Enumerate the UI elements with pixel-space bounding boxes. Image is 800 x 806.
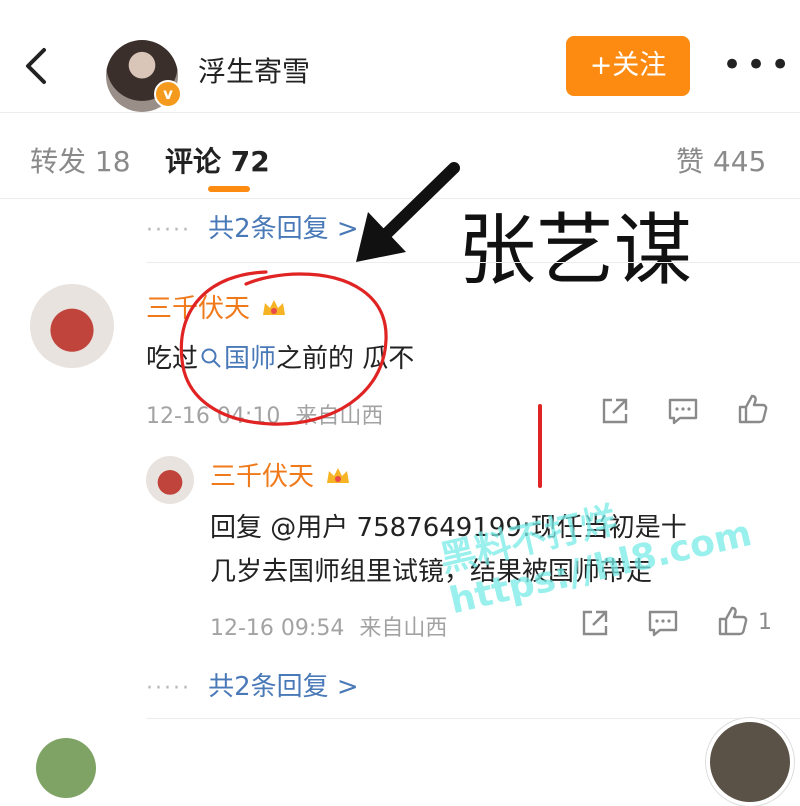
tab-indicator — [208, 186, 250, 192]
more-icon[interactable]: ••• — [722, 48, 794, 82]
crown-badge-icon — [327, 468, 350, 483]
reply-avatar[interactable] — [146, 456, 194, 504]
like-count: 1 — [758, 610, 772, 635]
reply-location: 来自山西 — [359, 616, 448, 641]
next-commenter-avatar[interactable] — [36, 738, 96, 798]
reply-meta: 12-16 09:54 来自山西 — [210, 610, 447, 642]
divider — [146, 718, 800, 719]
view-replies-row[interactable]: ····· 共2条回复 > — [146, 208, 359, 245]
tab-comments[interactable]: 评论 72 — [165, 140, 270, 180]
tab-likes[interactable]: 赞 445 — [676, 140, 766, 180]
dots-separator: ····· — [146, 218, 191, 243]
watermark: 黑料不打烊 https://hl8.com — [436, 499, 756, 623]
divider — [146, 262, 800, 263]
page-title[interactable]: 浮生寄雪 — [198, 50, 310, 90]
share-icon[interactable] — [578, 606, 612, 640]
verified-badge: v — [154, 80, 182, 108]
floating-avatar[interactable] — [706, 718, 794, 806]
divider — [0, 112, 800, 113]
like-icon[interactable] — [736, 392, 770, 426]
back-arrow-icon[interactable] — [18, 46, 58, 86]
annotation-arrow-icon — [356, 162, 460, 262]
view-replies-link[interactable]: 共2条回复 > — [208, 214, 359, 244]
reply-time: 12-16 09:54 — [210, 616, 345, 641]
red-line-annotation — [538, 404, 542, 488]
follow-button[interactable]: +关注 — [566, 36, 690, 96]
comment-icon[interactable] — [666, 394, 700, 428]
reply-author-name[interactable]: 三千伏天 — [210, 462, 314, 492]
commenter-avatar[interactable] — [30, 284, 114, 368]
reply-author[interactable]: 三千伏天 — [210, 456, 351, 493]
annotation-text: 张艺谋 — [458, 206, 693, 296]
view-replies-row[interactable]: ····· 共2条回复 > — [146, 666, 359, 703]
tab-reposts[interactable]: 转发 18 — [30, 140, 131, 180]
view-replies-link[interactable]: 共2条回复 > — [208, 672, 359, 702]
dots-separator: ····· — [146, 676, 191, 701]
share-icon[interactable] — [598, 394, 632, 428]
red-circle-annotation — [179, 270, 388, 426]
comment-icon[interactable] — [646, 606, 680, 640]
like-icon[interactable] — [716, 604, 750, 638]
